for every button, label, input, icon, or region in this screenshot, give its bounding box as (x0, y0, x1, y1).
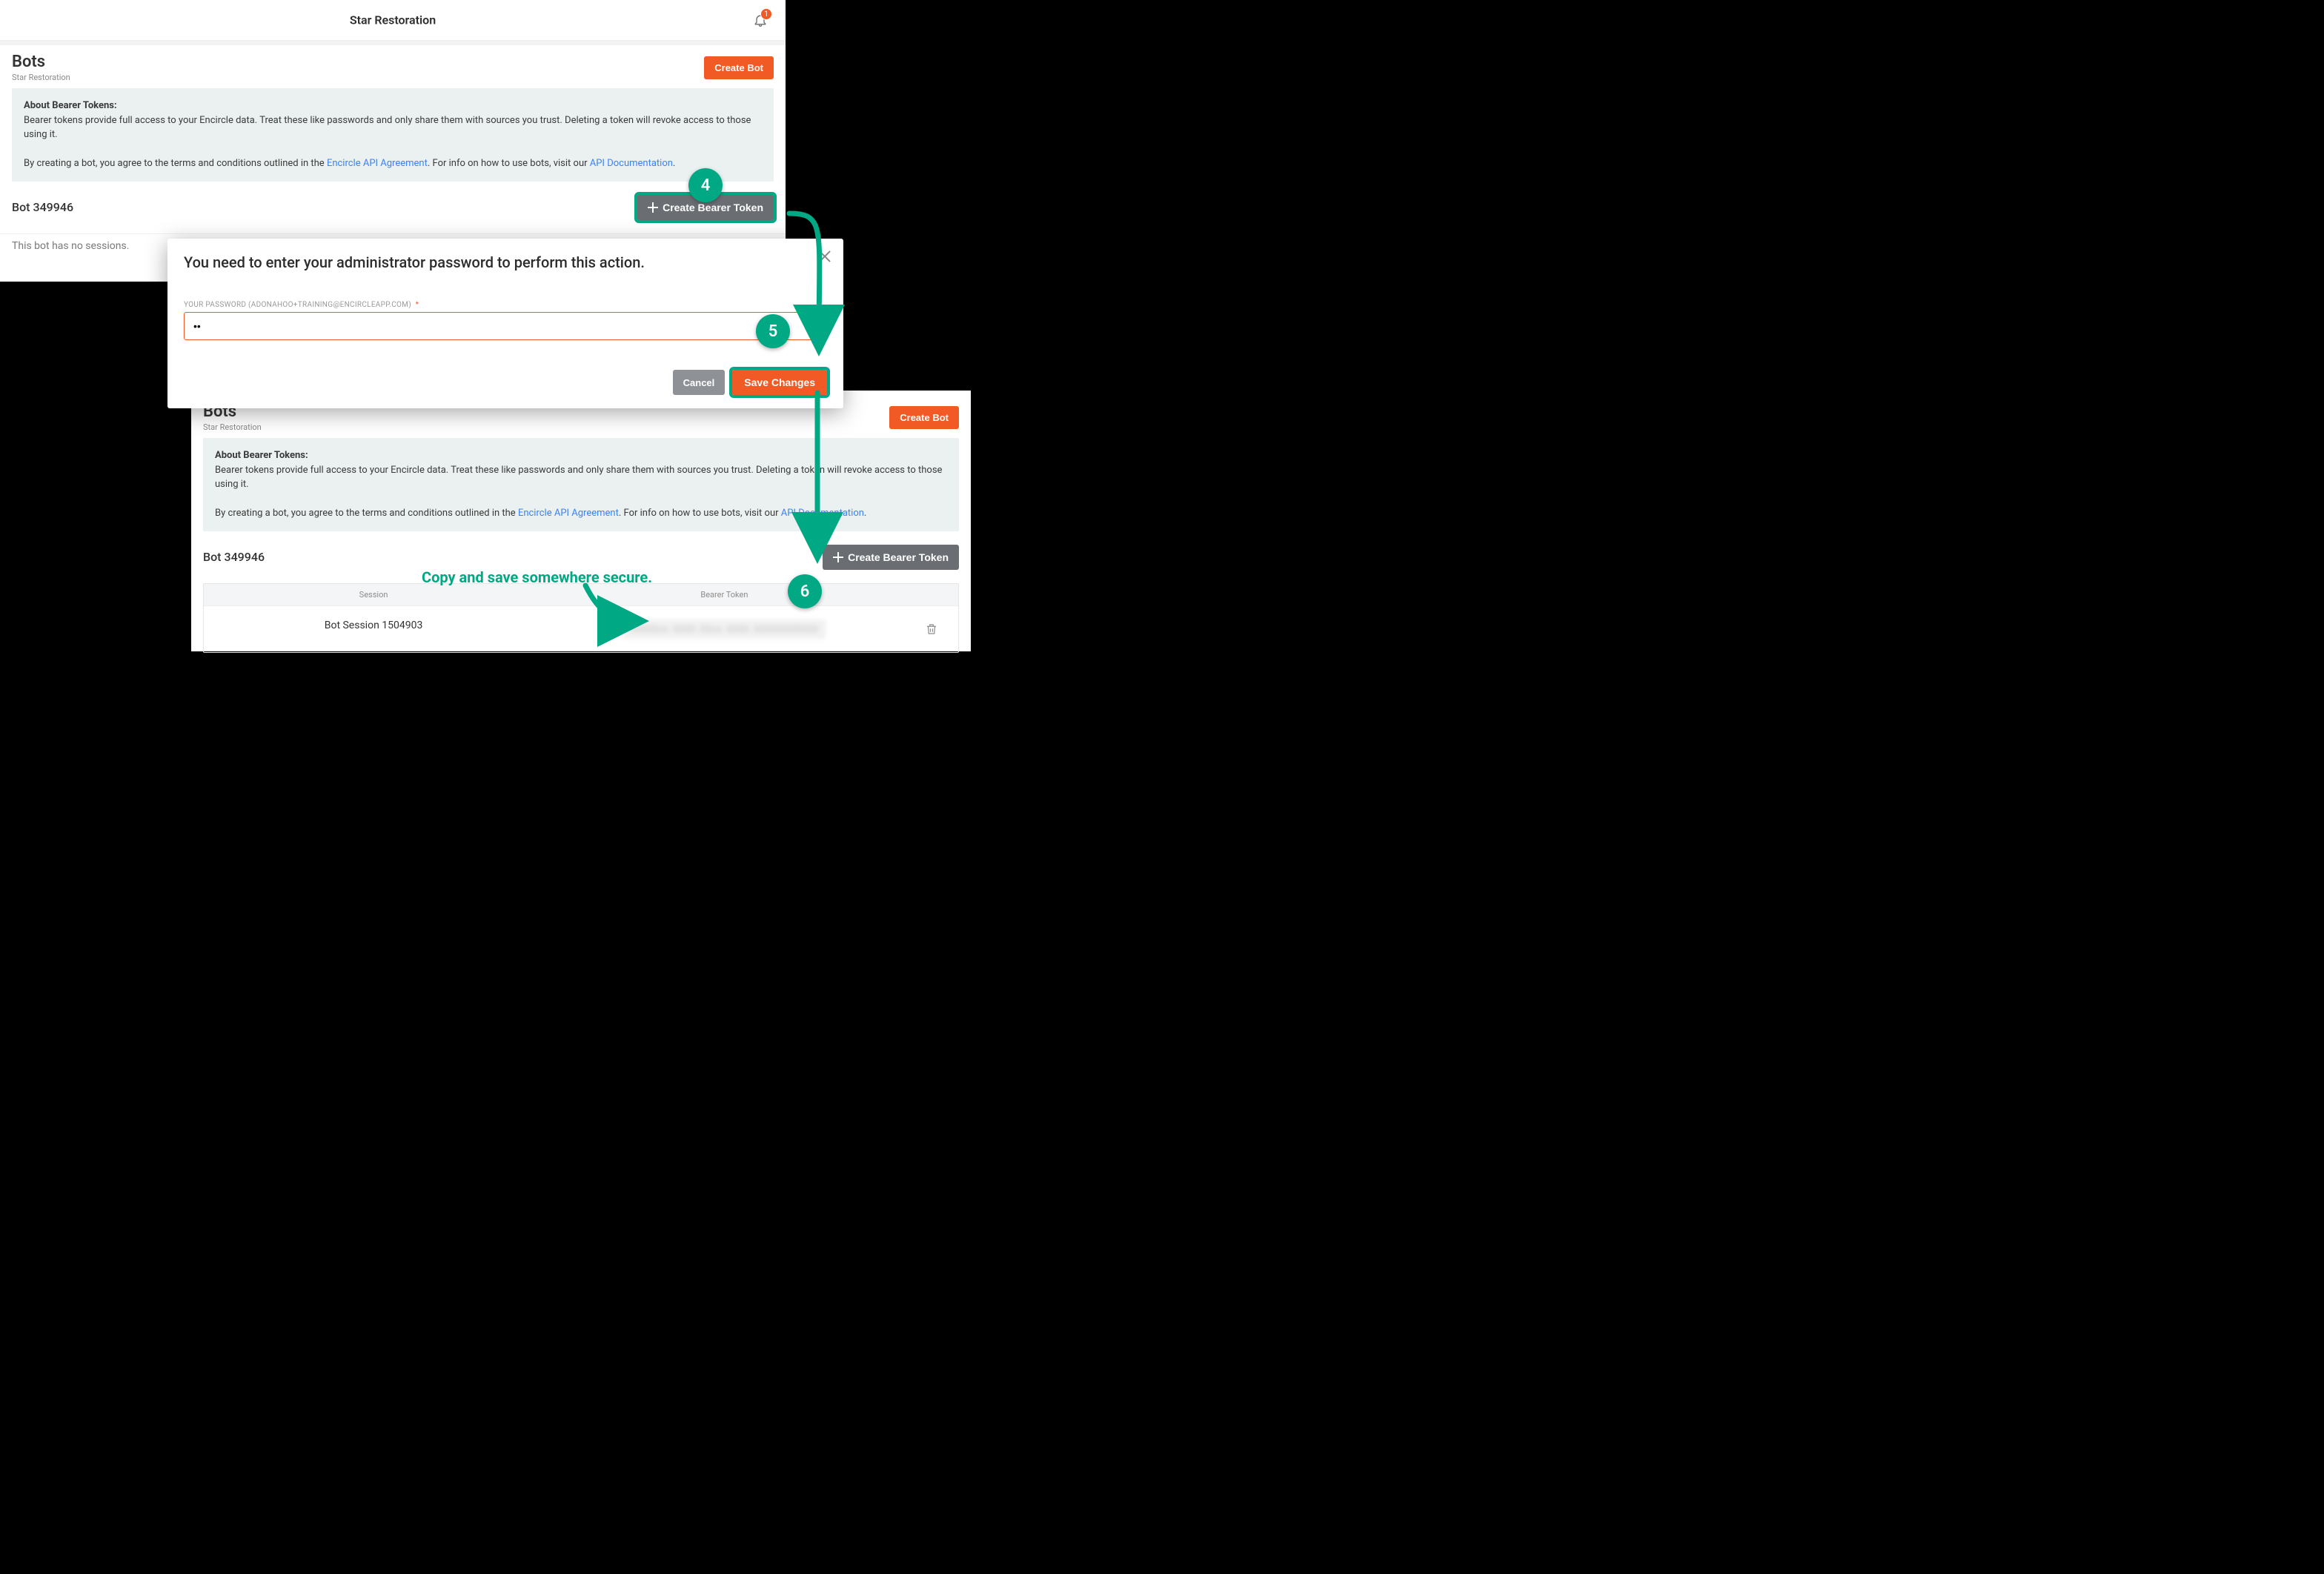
info-body: Bearer tokens provide full access to you… (24, 115, 751, 141)
bot-header-row: Bot 349946 Create Bearer Token (0, 182, 786, 233)
col-actions (906, 584, 958, 605)
info-agree-pre: By creating a bot, you agree to the term… (24, 158, 327, 169)
topbar-title: Star Restoration (350, 13, 436, 27)
modal-close-button[interactable] (817, 249, 833, 265)
api-agreement-link-2[interactable]: Encircle API Agreement (518, 508, 619, 519)
page-title: Bots (12, 53, 70, 71)
notifications-badge: 1 (760, 8, 772, 20)
bot-name: Bot 349946 (12, 200, 73, 214)
cancel-button[interactable]: Cancel (673, 370, 726, 395)
info-banner-2: About Bearer Tokens: Bearer tokens provi… (203, 438, 959, 531)
plus-icon (648, 202, 658, 213)
bot-header-row-2: Bot 349946 Create Bearer Token (191, 531, 971, 583)
panel-bots-with-session: Bots Star Restoration Create Bot About B… (191, 391, 971, 651)
cell-actions (906, 606, 958, 652)
info-heading: About Bearer Tokens: (24, 99, 762, 113)
modal-actions: Cancel Save Changes (184, 370, 827, 395)
bot-name-2: Bot 349946 (203, 550, 265, 564)
table-head: Session Bearer Token (204, 584, 958, 605)
info-body-2: Bearer tokens provide full access to you… (215, 465, 942, 491)
plus-icon-2 (833, 552, 843, 562)
api-docs-link[interactable]: API Documentation (590, 158, 673, 169)
col-token: Bearer Token (543, 584, 906, 605)
admin-password-modal: You need to enter your administrator pas… (167, 239, 843, 408)
breadcrumb-org-2: Star Restoration (203, 422, 262, 432)
token-value: XXXXXxx-XXXX-XXxx-XXXX-XXXXXXXXXXXX (623, 620, 826, 639)
api-docs-link-2[interactable]: API Documentation (781, 508, 864, 519)
delete-token-button[interactable] (925, 622, 938, 636)
modal-title: You need to enter your administrator pas… (184, 253, 797, 271)
create-bearer-token-button-2[interactable]: Create Bearer Token (823, 545, 959, 570)
app-topbar: Star Restoration 1 (0, 0, 786, 41)
notifications-button[interactable]: 1 (753, 13, 768, 27)
info-banner: About Bearer Tokens: Bearer tokens provi… (12, 88, 774, 182)
cell-session: Bot Session 1504903 (204, 606, 543, 652)
password-label: YOUR PASSWORD (ADONAHOO+TRAINING@ENCIRCL… (184, 301, 827, 309)
create-bot-button[interactable]: Create Bot (704, 56, 774, 79)
create-bearer-token-button[interactable]: Create Bearer Token (637, 195, 774, 220)
cell-token: XXXXXxx-XXXX-XXxx-XXXX-XXXXXXXXXXXX (543, 606, 906, 652)
info-agree-mid: . For info on how to use bots, visit our (428, 158, 590, 169)
composite-screenshot: Star Restoration 1 Bots Star Restoration… (0, 0, 1162, 787)
create-token-label: Create Bearer Token (663, 202, 763, 213)
trash-icon (925, 622, 938, 636)
admin-password-input[interactable] (184, 312, 827, 340)
api-agreement-link[interactable]: Encircle API Agreement (327, 158, 428, 169)
info-agree-post: . (673, 158, 675, 169)
table-row: Bot Session 1504903 XXXXXxx-XXXX-XXxx-XX… (204, 605, 958, 652)
info-heading-2: About Bearer Tokens: (215, 448, 947, 463)
breadcrumb-org: Star Restoration (12, 73, 70, 82)
page-header: Bots Star Restoration Create Bot (0, 45, 786, 88)
col-session: Session (204, 584, 543, 605)
sessions-table: Session Bearer Token Bot Session 1504903… (203, 583, 959, 653)
create-bot-button-2[interactable]: Create Bot (889, 406, 959, 429)
save-changes-button[interactable]: Save Changes (732, 370, 827, 395)
